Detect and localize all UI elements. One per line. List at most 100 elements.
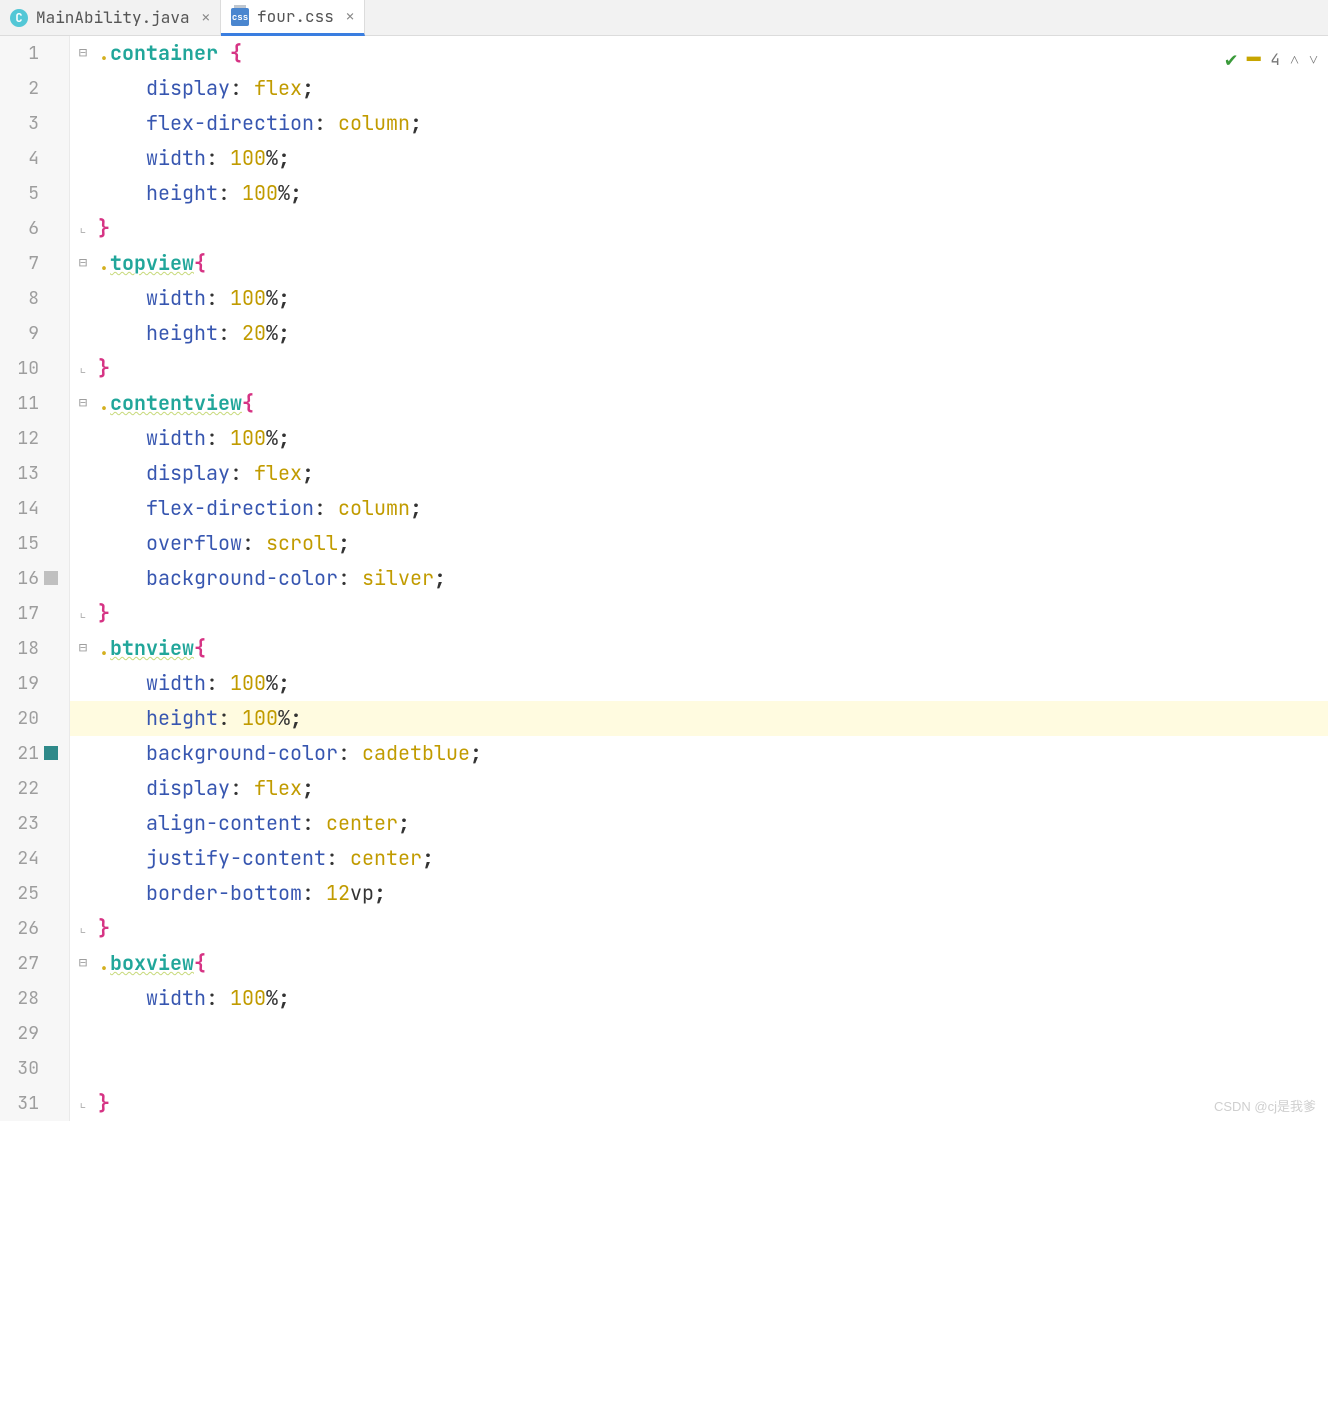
code-line[interactable]: } [70, 211, 1328, 246]
code-line[interactable]: width: 100%; [70, 281, 1328, 316]
fold-close-icon[interactable]: ⌞ [74, 1086, 92, 1121]
code-line[interactable]: } [70, 596, 1328, 631]
check-icon: ✔ [1225, 42, 1237, 77]
code-line[interactable]: width: 100%; [70, 141, 1328, 176]
code-line[interactable]: align-content: center; [70, 806, 1328, 841]
fold-close-icon[interactable]: ⌞ [74, 911, 92, 946]
line-number: 4 [0, 141, 39, 176]
css-property: width [146, 985, 206, 1011]
fold-open-icon[interactable]: ⊟ [74, 946, 92, 981]
line-number: 17 [0, 596, 39, 631]
indent [98, 845, 146, 871]
indent [98, 145, 146, 171]
semicolon: ; [278, 320, 290, 346]
brace: { [230, 40, 242, 66]
code-editor[interactable]: 1234567891011121314151617181920212223242… [0, 36, 1328, 1121]
inspection-widget[interactable]: ✔ ━ 4 ˄ ˅ [1225, 42, 1318, 77]
code-line[interactable]: display: flex; [70, 456, 1328, 491]
code-line[interactable]: .container { [70, 36, 1328, 71]
punctuation: : [314, 110, 338, 136]
punctuation [218, 40, 230, 66]
semicolon: ; [278, 985, 290, 1011]
tab-fourcss[interactable]: css four.css ✕ [221, 0, 365, 36]
semicolon: ; [302, 775, 314, 801]
color-swatch-marker[interactable] [44, 746, 58, 760]
code-line[interactable]: height: 100%; [70, 701, 1328, 736]
punctuation: : [206, 145, 230, 171]
code-line[interactable]: border-bottom: 12vp; [70, 876, 1328, 911]
indent [98, 670, 146, 696]
css-property: justify-content [146, 845, 326, 871]
code-line[interactable]: width: 100%; [70, 666, 1328, 701]
code-line[interactable]: background-color: cadetblue; [70, 736, 1328, 771]
punctuation: : [326, 845, 350, 871]
fold-close-icon[interactable]: ⌞ [74, 596, 92, 631]
semicolon: ; [278, 425, 290, 451]
line-number: 2 [0, 71, 39, 106]
code-line[interactable]: .contentview{ [70, 386, 1328, 421]
code-line[interactable]: .btnview{ [70, 631, 1328, 666]
fold-close-icon[interactable]: ⌞ [74, 351, 92, 386]
code-line[interactable]: justify-content: center; [70, 841, 1328, 876]
code-line[interactable]: } [70, 911, 1328, 946]
code-area[interactable]: ⊟⌞⊟⌞⊟⌞⊟⌞⊟⌞ ✔ ━ 4 ˄ ˅ .container { displa… [70, 36, 1328, 1121]
punctuation: : [230, 75, 254, 101]
indent [98, 320, 146, 346]
code-line[interactable] [70, 1051, 1328, 1086]
css-value: silver [362, 565, 434, 591]
code-line[interactable]: } [70, 1086, 1328, 1121]
code-line[interactable]: .topview{ [70, 246, 1328, 281]
selector-dot: . [98, 635, 110, 661]
css-property: width [146, 425, 206, 451]
code-line[interactable]: .boxview{ [70, 946, 1328, 981]
code-line[interactable]: height: 100%; [70, 176, 1328, 211]
brace: } [98, 1090, 110, 1116]
code-line[interactable]: height: 20%; [70, 316, 1328, 351]
code-line[interactable]: flex-direction: column; [70, 491, 1328, 526]
fold-open-icon[interactable]: ⊟ [74, 246, 92, 281]
chevron-down-icon[interactable]: ˅ [1309, 42, 1318, 77]
punctuation: vp [350, 880, 374, 906]
css-property: display [146, 775, 230, 801]
css-value: 100 [230, 285, 266, 311]
code-line[interactable] [70, 1016, 1328, 1051]
close-icon[interactable]: ✕ [346, 8, 354, 26]
punctuation: % [278, 705, 290, 731]
css-selector: container [110, 40, 218, 66]
fold-open-icon[interactable]: ⊟ [74, 631, 92, 666]
punctuation: : [338, 565, 362, 591]
code-line[interactable]: overflow: scroll; [70, 526, 1328, 561]
code-line[interactable]: background-color: silver; [70, 561, 1328, 596]
code-line[interactable]: width: 100%; [70, 421, 1328, 456]
tab-mainability[interactable]: C MainAbility.java ✕ [0, 0, 221, 35]
punctuation: : [218, 705, 242, 731]
fold-open-icon[interactable]: ⊟ [74, 36, 92, 71]
watermark: CSDN @cj是我爹 [1214, 1096, 1316, 1115]
punctuation: % [266, 985, 278, 1011]
line-number: 30 [0, 1051, 39, 1086]
close-icon[interactable]: ✕ [202, 9, 210, 27]
css-property: width [146, 285, 206, 311]
css-value: 12 [326, 880, 350, 906]
semicolon: ; [278, 145, 290, 171]
code-line[interactable]: display: flex; [70, 771, 1328, 806]
chevron-up-icon[interactable]: ˄ [1290, 42, 1299, 77]
css-file-icon: css [231, 8, 249, 26]
fold-open-icon[interactable]: ⊟ [74, 386, 92, 421]
line-number: 16 [0, 561, 39, 596]
punctuation: % [266, 285, 278, 311]
indent [98, 180, 146, 206]
line-number: 18 [0, 631, 39, 666]
color-swatch-marker[interactable] [44, 571, 58, 585]
code-line[interactable]: display: flex; [70, 71, 1328, 106]
code-line[interactable]: width: 100%; [70, 981, 1328, 1016]
css-value: flex [254, 460, 302, 486]
css-value: 100 [230, 670, 266, 696]
css-property: display [146, 75, 230, 101]
punctuation: % [266, 425, 278, 451]
code-line[interactable]: flex-direction: column; [70, 106, 1328, 141]
code-line[interactable]: } [70, 351, 1328, 386]
indent [98, 460, 146, 486]
punctuation: : [218, 180, 242, 206]
fold-close-icon[interactable]: ⌞ [74, 211, 92, 246]
